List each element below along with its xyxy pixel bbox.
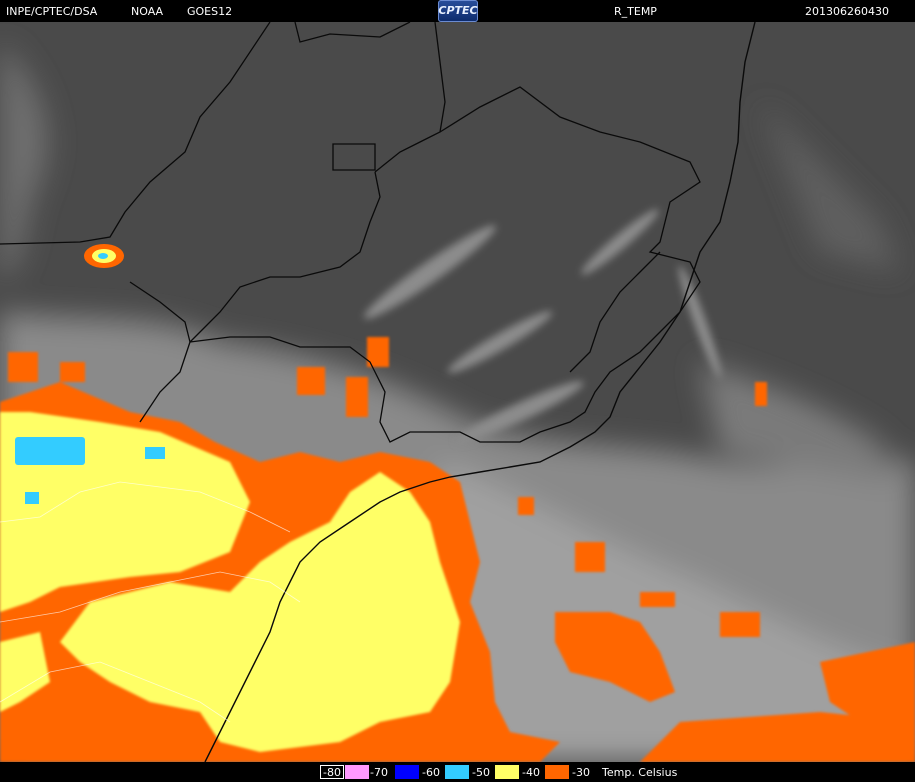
legend-label-minus-60: -60 xyxy=(422,766,440,779)
legend-swatch-minus-70 xyxy=(345,765,369,779)
legend-bar: -80 -70 -60 -50 -40 -30 Temp. Celsius xyxy=(0,762,915,782)
legend-label-minus-30: -30 xyxy=(572,766,590,779)
product-label: R_TEMP xyxy=(614,5,657,18)
legend-unit-label: Temp. Celsius xyxy=(602,766,678,779)
legend-label-minus-40: -40 xyxy=(522,766,540,779)
satellite-image xyxy=(0,22,915,762)
legend-swatch-minus-50 xyxy=(445,765,469,779)
legend-swatch-minus-60 xyxy=(395,765,419,779)
legend-label-minus-50: -50 xyxy=(472,766,490,779)
legend-label-minus-80: -80 xyxy=(323,766,341,779)
timestamp-label: 201306260430 xyxy=(805,5,889,18)
storm-cell-west xyxy=(84,244,124,268)
header-bar: INPE/CPTEC/DSA NOAA GOES12 CPTEC R_TEMP … xyxy=(0,0,915,22)
legend-swatch-minus-30 xyxy=(545,765,569,779)
satellite-label: GOES12 xyxy=(187,5,233,18)
legend-swatch-minus-40 xyxy=(495,765,519,779)
source-label: NOAA xyxy=(131,5,164,18)
legend-label-minus-70: -70 xyxy=(370,766,388,779)
agency-label: INPE/CPTEC/DSA xyxy=(6,5,98,18)
cptec-logo: CPTEC xyxy=(438,0,478,22)
